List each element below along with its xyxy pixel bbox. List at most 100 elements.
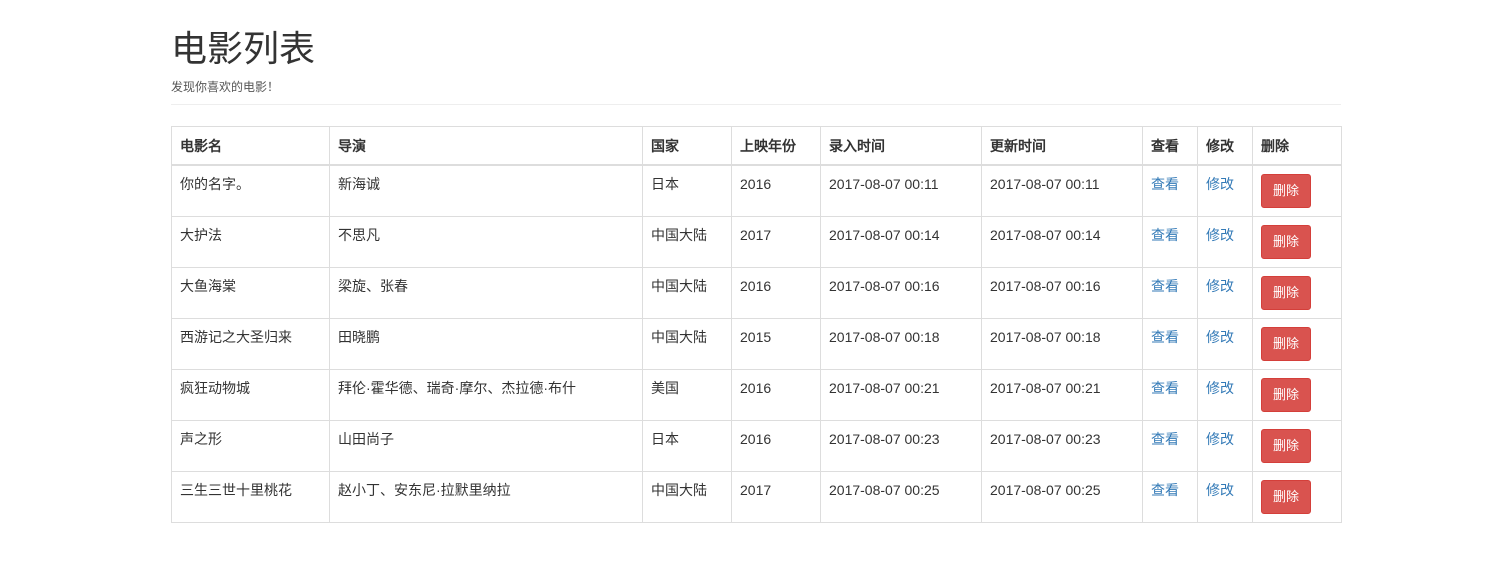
cell-country: 中国大陆 <box>642 267 732 319</box>
edit-link[interactable]: 修改 <box>1206 278 1234 294</box>
cell-delete: 删除 <box>1252 471 1342 523</box>
delete-button[interactable]: 删除 <box>1261 225 1312 259</box>
cell-delete: 删除 <box>1252 216 1342 268</box>
cell-movie-name: 三生三世十里桃花 <box>171 471 330 523</box>
table-row: 声之形 山田尚子 日本 2016 2017-08-07 00:23 2017-0… <box>171 420 1342 472</box>
column-header-year: 上映年份 <box>731 126 821 166</box>
cell-updated-time: 2017-08-07 00:14 <box>981 216 1143 268</box>
cell-country: 中国大陆 <box>642 471 732 523</box>
column-header-director: 导演 <box>329 126 643 166</box>
column-header-view: 查看 <box>1142 126 1198 166</box>
cell-movie-name: 西游记之大圣归来 <box>171 318 330 370</box>
cell-updated-time: 2017-08-07 00:23 <box>981 420 1143 472</box>
cell-year: 2016 <box>731 164 821 217</box>
column-header-edit: 修改 <box>1197 126 1253 166</box>
cell-edit: 修改 <box>1197 420 1253 472</box>
view-link[interactable]: 查看 <box>1151 278 1179 294</box>
column-header-created: 录入时间 <box>820 126 982 166</box>
table-row: 大护法 不思凡 中国大陆 2017 2017-08-07 00:14 2017-… <box>171 216 1342 268</box>
cell-view: 查看 <box>1142 369 1198 421</box>
cell-year: 2017 <box>731 471 821 523</box>
cell-director: 拜伦·霍华德、瑞奇·摩尔、杰拉德·布什 <box>329 369 643 421</box>
cell-updated-time: 2017-08-07 00:11 <box>981 164 1143 217</box>
table-row: 疯狂动物城 拜伦·霍华德、瑞奇·摩尔、杰拉德·布什 美国 2016 2017-0… <box>171 369 1342 421</box>
cell-country: 日本 <box>642 164 732 217</box>
cell-view: 查看 <box>1142 471 1198 523</box>
cell-view: 查看 <box>1142 267 1198 319</box>
view-link[interactable]: 查看 <box>1151 431 1179 447</box>
table-row: 三生三世十里桃花 赵小丁、安东尼·拉默里纳拉 中国大陆 2017 2017-08… <box>171 471 1342 523</box>
edit-link[interactable]: 修改 <box>1206 482 1234 498</box>
cell-year: 2016 <box>731 369 821 421</box>
table-header: 电影名 导演 国家 上映年份 录入时间 更新时间 查看 修改 删除 <box>171 126 1342 166</box>
page-title: 电影列表 <box>171 28 316 69</box>
cell-created-time: 2017-08-07 00:11 <box>820 164 982 217</box>
cell-director: 不思凡 <box>329 216 643 268</box>
cell-edit: 修改 <box>1197 369 1253 421</box>
cell-edit: 修改 <box>1197 216 1253 268</box>
column-header-name: 电影名 <box>171 126 330 166</box>
table-row: 你的名字。 新海诚 日本 2016 2017-08-07 00:11 2017-… <box>171 164 1342 217</box>
cell-delete: 删除 <box>1252 369 1342 421</box>
edit-link[interactable]: 修改 <box>1206 431 1234 447</box>
cell-director: 田晓鹏 <box>329 318 643 370</box>
cell-movie-name: 你的名字。 <box>171 164 330 217</box>
view-link[interactable]: 查看 <box>1151 380 1179 396</box>
cell-year: 2017 <box>731 216 821 268</box>
delete-button[interactable]: 删除 <box>1261 276 1312 310</box>
cell-year: 2016 <box>731 267 821 319</box>
cell-edit: 修改 <box>1197 267 1253 319</box>
cell-country: 美国 <box>642 369 732 421</box>
column-header-updated: 更新时间 <box>981 126 1143 166</box>
header-row: 电影名 导演 国家 上映年份 录入时间 更新时间 查看 修改 删除 <box>171 126 1342 166</box>
cell-created-time: 2017-08-07 00:14 <box>820 216 982 268</box>
cell-created-time: 2017-08-07 00:23 <box>820 420 982 472</box>
cell-director: 山田尚子 <box>329 420 643 472</box>
cell-delete: 删除 <box>1252 164 1342 217</box>
edit-link[interactable]: 修改 <box>1206 176 1234 192</box>
cell-created-time: 2017-08-07 00:16 <box>820 267 982 319</box>
cell-country: 日本 <box>642 420 732 472</box>
cell-year: 2016 <box>731 420 821 472</box>
cell-edit: 修改 <box>1197 164 1253 217</box>
cell-created-time: 2017-08-07 00:18 <box>820 318 982 370</box>
cell-country: 中国大陆 <box>642 318 732 370</box>
cell-updated-time: 2017-08-07 00:18 <box>981 318 1143 370</box>
cell-view: 查看 <box>1142 164 1198 217</box>
cell-director: 新海诚 <box>329 164 643 217</box>
edit-link[interactable]: 修改 <box>1206 329 1234 345</box>
movie-table: 电影名 导演 国家 上映年份 录入时间 更新时间 查看 修改 删除 你的名字。 … <box>171 126 1342 523</box>
cell-view: 查看 <box>1142 216 1198 268</box>
view-link[interactable]: 查看 <box>1151 176 1179 192</box>
column-header-delete: 删除 <box>1252 126 1342 166</box>
cell-updated-time: 2017-08-07 00:16 <box>981 267 1143 319</box>
cell-country: 中国大陆 <box>642 216 732 268</box>
table-row: 西游记之大圣归来 田晓鹏 中国大陆 2015 2017-08-07 00:18 … <box>171 318 1342 370</box>
cell-movie-name: 大护法 <box>171 216 330 268</box>
cell-delete: 删除 <box>1252 267 1342 319</box>
main-container: 电影列表 发现你喜欢的电影！ 电影名 导演 国家 上映年份 录入时间 更新时间 … <box>171 0 1342 523</box>
delete-button[interactable]: 删除 <box>1261 378 1312 412</box>
cell-view: 查看 <box>1142 318 1198 370</box>
cell-updated-time: 2017-08-07 00:21 <box>981 369 1143 421</box>
cell-movie-name: 疯狂动物城 <box>171 369 330 421</box>
cell-created-time: 2017-08-07 00:21 <box>820 369 982 421</box>
delete-button[interactable]: 删除 <box>1261 429 1312 463</box>
view-link[interactable]: 查看 <box>1151 329 1179 345</box>
delete-button[interactable]: 删除 <box>1261 174 1312 208</box>
cell-created-time: 2017-08-07 00:25 <box>820 471 982 523</box>
edit-link[interactable]: 修改 <box>1206 227 1234 243</box>
cell-movie-name: 声之形 <box>171 420 330 472</box>
cell-view: 查看 <box>1142 420 1198 472</box>
table-body: 你的名字。 新海诚 日本 2016 2017-08-07 00:11 2017-… <box>171 164 1342 523</box>
edit-link[interactable]: 修改 <box>1206 380 1234 396</box>
cell-edit: 修改 <box>1197 471 1253 523</box>
table-row: 大鱼海棠 梁旋、张春 中国大陆 2016 2017-08-07 00:16 20… <box>171 267 1342 319</box>
delete-button[interactable]: 删除 <box>1261 327 1312 361</box>
cell-delete: 删除 <box>1252 420 1342 472</box>
view-link[interactable]: 查看 <box>1151 482 1179 498</box>
view-link[interactable]: 查看 <box>1151 227 1179 243</box>
cell-delete: 删除 <box>1252 318 1342 370</box>
cell-year: 2015 <box>731 318 821 370</box>
delete-button[interactable]: 删除 <box>1261 480 1312 514</box>
